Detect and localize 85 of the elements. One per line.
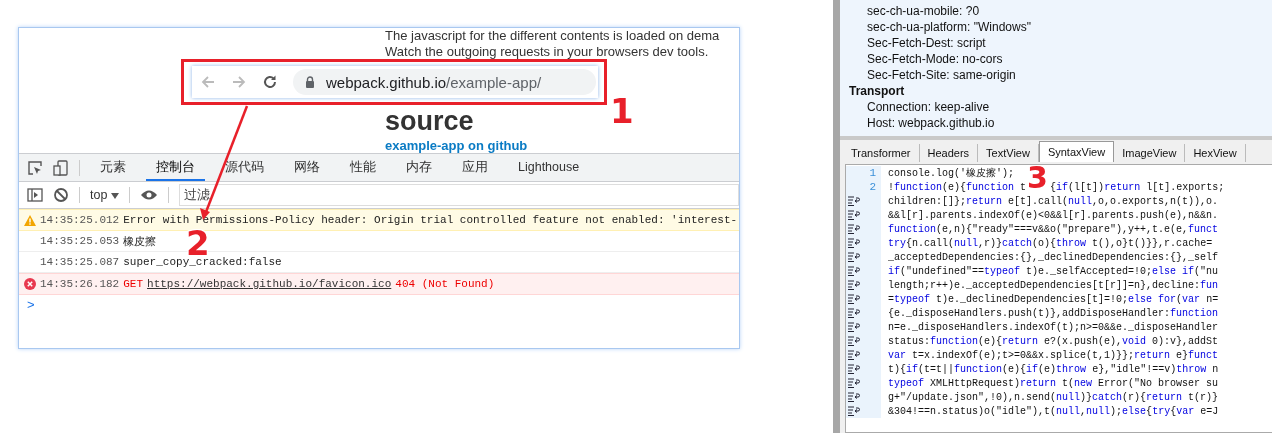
code-line: typeof XMLHttpRequest)return t(new Error("No browser su bbox=[887, 377, 1219, 389]
status-text: 404 (Not Found) bbox=[395, 278, 495, 290]
header-line: Sec-Fetch-Site: same-origin bbox=[866, 67, 1016, 83]
timestamp: 14:35:25.087 bbox=[40, 256, 120, 268]
code-line: var t=x.indexOf(e);t>=0&&x.splice(t,1)}};return e}funct bbox=[887, 349, 1219, 361]
code-line: t){if(t=t||function(e){if(e)throw e},"idle"!==v)throw n bbox=[887, 363, 1219, 375]
timestamp: 14:35:26.182 bbox=[40, 278, 120, 290]
devtools-tab[interactable]: Lighthouse bbox=[508, 154, 590, 181]
wrap-icon bbox=[848, 406, 860, 416]
code-line: try{n.call(null,r)}catch(o){throw t(),o}t()}},r.cache= bbox=[887, 237, 1213, 249]
message-text: Error with Permissions-Policy header: Origin trial controlled feature not enabled: 'interest- bbox=[123, 214, 738, 226]
code-line: {e._disposeHandlers.push(t)},addDisposeHandler:function bbox=[887, 307, 1219, 319]
wrap-icon bbox=[848, 238, 860, 248]
device-icon[interactable] bbox=[53, 159, 69, 176]
wrap-icon bbox=[848, 392, 860, 402]
filter-field[interactable]: 过滤 bbox=[178, 184, 739, 206]
header-line: Connection: keep-alive bbox=[866, 99, 990, 115]
code-line: =typeof t)e._declinedDependencies[t]=!0;else for(var n= bbox=[887, 293, 1219, 305]
header-line: Sec-Fetch-Dest: script bbox=[866, 35, 986, 51]
inspector-tab[interactable]: Transformer bbox=[843, 144, 920, 162]
inspector-tab[interactable]: ImageView bbox=[1114, 144, 1186, 162]
page-heading: source bbox=[385, 106, 474, 136]
header-line: Host: webpack.github.io bbox=[866, 115, 995, 131]
page-text: Watch the outgoing requests in your browsers dev tools. bbox=[385, 44, 710, 60]
header-group: Transport bbox=[840, 83, 905, 99]
clear-icon[interactable] bbox=[53, 187, 69, 203]
code-line: function(e,n){"ready"===v&&o("prepare"),y++,t.e(e,funct bbox=[887, 223, 1219, 235]
reload-icon[interactable] bbox=[262, 74, 278, 90]
devtools-tab[interactable]: 性能 bbox=[340, 154, 386, 181]
code-line: status:function(e){return e?(x.push(e),void 0):v},addSt bbox=[887, 335, 1219, 347]
devtools-tab[interactable]: 内存 bbox=[396, 154, 442, 181]
lock-icon bbox=[305, 76, 315, 88]
header-line: sec-ch-ua-mobile: ?0 bbox=[866, 3, 980, 19]
code-line: g+"/update.json",!0),n.send(null)}catch(r){return t(r)} bbox=[887, 391, 1219, 403]
line-number: 2 bbox=[846, 180, 881, 194]
request-method: GET bbox=[123, 278, 144, 290]
wrap-icon bbox=[848, 322, 860, 332]
inspector-tab[interactable]: SyntaxView bbox=[1038, 141, 1115, 162]
wrap-icon bbox=[848, 364, 860, 374]
error-icon bbox=[24, 278, 36, 290]
page-text: The javascript for the different contents is loaded on dema bbox=[385, 28, 721, 44]
devtools-tab[interactable]: 应用 bbox=[452, 154, 498, 181]
code-line: &&l[r].parents.indexOf(e)<0&&l[r].parents.push(e),n&&n. bbox=[887, 209, 1219, 221]
context-dropdown[interactable]: top bbox=[90, 188, 119, 202]
line-number: 1 bbox=[846, 166, 881, 180]
inspector-tab[interactable]: TextView bbox=[978, 144, 1039, 162]
wrap-icon bbox=[848, 350, 860, 360]
code-line: _acceptedDependencies:{},_declinedDependencies:{},_self bbox=[887, 251, 1219, 263]
wrap-icon bbox=[848, 308, 860, 318]
timestamp: 14:35:25.012 bbox=[40, 214, 120, 226]
timestamp: 14:35:25.053 bbox=[40, 235, 120, 247]
wrap-icon bbox=[848, 252, 860, 262]
inspect-icon[interactable] bbox=[27, 159, 43, 176]
warning-icon bbox=[24, 214, 36, 226]
sidebar-icon[interactable] bbox=[27, 187, 43, 203]
wrap-icon bbox=[848, 280, 860, 290]
inspector-tab[interactable]: HexView bbox=[1185, 144, 1246, 162]
header-line: Sec-Fetch-Mode: no-cors bbox=[866, 51, 1003, 67]
url-field[interactable]: webpack.github.io/example-app/ bbox=[293, 69, 596, 95]
devtools-tab[interactable]: 控制台 bbox=[146, 154, 205, 181]
code-line: n=e._disposeHandlers.indexOf(t);n>=0&&e._disposeHandler bbox=[887, 321, 1219, 333]
annotation-number: 1 bbox=[610, 94, 634, 128]
dropdown-caret-icon bbox=[110, 192, 119, 199]
wrap-icon bbox=[848, 196, 860, 206]
devtools-tab[interactable]: 网络 bbox=[284, 154, 330, 181]
wrap-icon bbox=[848, 294, 860, 304]
wrap-icon bbox=[848, 378, 860, 388]
code-line: console.log('橡皮擦'); bbox=[887, 166, 1014, 180]
request-link[interactable]: https://webpack.github.io/favicon.ico bbox=[147, 278, 392, 290]
console-prompt[interactable]: > bbox=[19, 295, 35, 315]
github-link[interactable]: example-app on github bbox=[385, 138, 528, 153]
code-line: children:[]};return e[t].call(null,o,o.exports,n(t)),o. bbox=[887, 195, 1219, 207]
wrap-icon bbox=[848, 210, 860, 220]
inspector-tab[interactable]: Headers bbox=[919, 144, 979, 162]
eye-icon[interactable] bbox=[139, 189, 158, 201]
devtools-tab[interactable]: 元素 bbox=[90, 154, 136, 181]
message-text: 橡皮擦 bbox=[123, 234, 157, 249]
wrap-icon bbox=[848, 224, 860, 234]
code-line: length;r++)e._acceptedDependencies[t[r]]=n},decline:fun bbox=[887, 279, 1219, 291]
header-line: sec-ch-ua-platform: "Windows" bbox=[866, 19, 1031, 35]
devtools-tab[interactable]: 源代码 bbox=[215, 154, 274, 181]
code-line: if("undefined"==typeof t)e._selfAccepted=!0;else if("nu bbox=[887, 265, 1219, 277]
code-line: &304!==n.status)o("idle"),t(null,null);else{try{var e=J bbox=[887, 405, 1219, 417]
wrap-icon bbox=[848, 336, 860, 346]
wrap-icon bbox=[848, 266, 860, 276]
